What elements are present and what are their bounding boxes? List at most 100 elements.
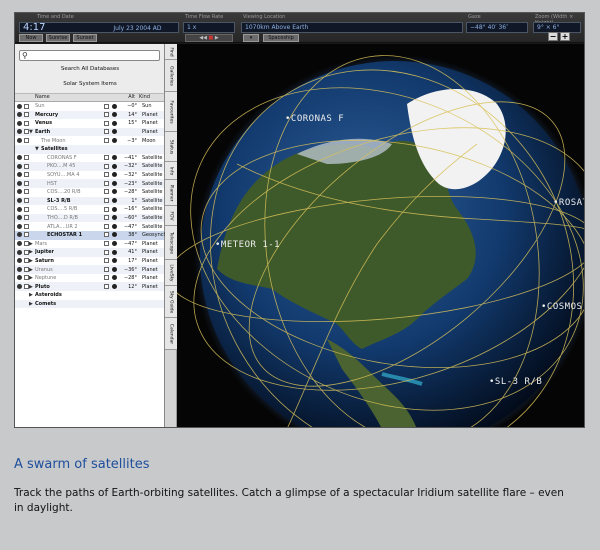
disclosure-icon[interactable]: ▼ bbox=[35, 146, 39, 152]
disclosure-icon[interactable]: ▶ bbox=[29, 275, 33, 281]
tab-telescope[interactable]: Telescope bbox=[165, 226, 177, 260]
flow-field[interactable]: 1 x bbox=[183, 22, 235, 33]
now-button[interactable]: Now bbox=[19, 34, 43, 42]
orbit-checkbox[interactable] bbox=[104, 206, 109, 212]
list-item[interactable]: ECHOSTAR 1 38° Geosynchron... bbox=[15, 230, 167, 240]
list-item[interactable]: ▶ Neptune −28° Planet bbox=[15, 274, 164, 283]
satellite-label-cosmos[interactable]: •COSMOS bbox=[541, 302, 582, 312]
zoom-in-button[interactable]: + bbox=[560, 32, 570, 41]
disclosure-icon[interactable]: ▶ bbox=[29, 267, 33, 273]
target-icon[interactable] bbox=[17, 189, 22, 195]
target-icon[interactable] bbox=[17, 137, 22, 143]
location-menu-button[interactable]: ▾ bbox=[243, 34, 259, 42]
gaze-field[interactable]: −48° 40′ 36″ bbox=[466, 22, 528, 33]
visibility-checkbox[interactable] bbox=[24, 112, 29, 118]
orbit-checkbox[interactable] bbox=[104, 232, 109, 238]
list-item[interactable]: ▶ Comets bbox=[15, 299, 164, 309]
list-item[interactable]: ▶ Mars −47° Planet bbox=[15, 240, 164, 249]
list-item[interactable]: ▶ Saturn 17° Planet bbox=[15, 257, 164, 266]
spaceship-button[interactable]: Spaceship bbox=[263, 34, 299, 42]
visibility-checkbox[interactable] bbox=[24, 163, 29, 169]
list-item[interactable]: The Moon −3° Moon bbox=[15, 136, 164, 145]
orbit-checkbox[interactable] bbox=[104, 163, 109, 169]
list-item[interactable]: SL-3 R/B 1° Satellite bbox=[15, 196, 164, 206]
sunrise-button[interactable]: Sunrise bbox=[46, 34, 70, 42]
target-icon[interactable] bbox=[17, 180, 22, 186]
visibility-checkbox[interactable] bbox=[24, 120, 29, 126]
disclosure-icon[interactable]: ▶ bbox=[29, 258, 33, 264]
target-icon[interactable] bbox=[17, 275, 22, 281]
list-item[interactable]: CORONAS F −41° Satellite bbox=[15, 154, 164, 163]
list-item[interactable]: ATLA....UR 2 −47° Satellite bbox=[15, 222, 164, 231]
location-field[interactable]: 1070km Above Earth bbox=[241, 22, 463, 33]
time-field[interactable]: 4:17 July 23 2004 AD bbox=[19, 22, 179, 33]
play-icon[interactable]: ▶ bbox=[215, 35, 219, 41]
target-icon[interactable] bbox=[17, 232, 22, 238]
list-item[interactable]: PKO....M 45 −32° Satellite bbox=[15, 162, 164, 171]
list-item[interactable]: ▼ Satellites bbox=[15, 144, 164, 154]
search-box[interactable]: ⚲ bbox=[19, 50, 160, 61]
target-icon[interactable] bbox=[17, 249, 22, 255]
visibility-checkbox[interactable] bbox=[24, 206, 29, 212]
visibility-checkbox[interactable] bbox=[24, 155, 29, 161]
orbit-checkbox[interactable] bbox=[104, 129, 109, 135]
tab-find[interactable]: Find bbox=[165, 44, 177, 60]
list-item[interactable]: ▶ Uranus −36° Planet bbox=[15, 265, 164, 274]
visibility-checkbox[interactable] bbox=[24, 172, 29, 178]
visibility-checkbox[interactable] bbox=[24, 189, 29, 195]
visibility-checkbox[interactable] bbox=[24, 137, 29, 143]
orbit-checkbox[interactable] bbox=[104, 258, 109, 264]
orbit-checkbox[interactable] bbox=[104, 198, 109, 204]
orbit-checkbox[interactable] bbox=[104, 266, 109, 272]
col-name[interactable]: Name bbox=[35, 94, 113, 101]
list-item[interactable]: ▶ Pluto 12° Planet bbox=[15, 282, 164, 292]
target-icon[interactable] bbox=[17, 129, 22, 135]
target-icon[interactable] bbox=[17, 112, 22, 118]
satellite-label-meteor[interactable]: •METEOR 1-1 bbox=[215, 240, 280, 250]
tab-planner[interactable]: Planner bbox=[165, 180, 177, 206]
target-icon[interactable] bbox=[17, 120, 22, 126]
rewind-icon[interactable]: ◀◀ bbox=[199, 35, 207, 41]
orbit-checkbox[interactable] bbox=[104, 112, 109, 118]
target-icon[interactable] bbox=[17, 198, 22, 204]
orbit-checkbox[interactable] bbox=[104, 120, 109, 126]
list-item[interactable]: HST −23° Satellite bbox=[15, 179, 164, 188]
orbit-checkbox[interactable] bbox=[104, 103, 109, 109]
list-item[interactable]: Sun −0° Sun bbox=[15, 102, 164, 111]
orbit-checkbox[interactable] bbox=[104, 155, 109, 161]
list-item[interactable]: SOYU....MA 4 −32° Satellite bbox=[15, 171, 164, 180]
disclosure-icon[interactable]: ▶ bbox=[29, 249, 33, 255]
tab-livesky[interactable]: LiveSky bbox=[165, 260, 177, 286]
visibility-checkbox[interactable] bbox=[24, 198, 29, 204]
orbit-checkbox[interactable] bbox=[104, 275, 109, 281]
tab-sky-guide[interactable]: Sky Guide bbox=[165, 286, 177, 318]
disclosure-icon[interactable]: ▶ bbox=[29, 241, 33, 247]
tab-status[interactable]: Status bbox=[165, 132, 177, 162]
visibility-checkbox[interactable] bbox=[24, 103, 29, 109]
orbit-checkbox[interactable] bbox=[104, 215, 109, 221]
target-icon[interactable] bbox=[17, 172, 22, 178]
list-item[interactable]: ▼ Earth Planet bbox=[15, 127, 164, 137]
tab-info[interactable]: Info bbox=[165, 162, 177, 180]
orbit-checkbox[interactable] bbox=[104, 172, 109, 178]
list-item[interactable]: ▶ Jupiter 41° Planet bbox=[15, 248, 164, 257]
satellite-label-sl3[interactable]: •SL-3 R/B bbox=[489, 377, 542, 387]
flow-controls[interactable]: ◀◀ ■ ▶ bbox=[185, 34, 233, 42]
orbit-checkbox[interactable] bbox=[104, 137, 109, 143]
list-item[interactable]: THO....D R/B −60° Satellite bbox=[15, 213, 164, 223]
stop-icon[interactable]: ■ bbox=[209, 35, 214, 41]
list-item[interactable]: Mercury 14° Planet bbox=[15, 110, 164, 120]
sky-view[interactable]: •CORONAS F •ROSAT •METEOR 1-1 •COSMOS •S… bbox=[177, 44, 584, 427]
tab-calendar[interactable]: Calendar bbox=[165, 318, 177, 350]
list-item[interactable]: ▶ Asteroids bbox=[15, 291, 164, 300]
target-icon[interactable] bbox=[17, 206, 22, 212]
target-icon[interactable] bbox=[17, 241, 22, 246]
orbit-checkbox[interactable] bbox=[104, 249, 109, 255]
zoom-out-button[interactable]: − bbox=[548, 32, 558, 41]
disclosure-icon[interactable]: ▶ bbox=[29, 284, 33, 290]
target-icon[interactable] bbox=[17, 155, 22, 161]
target-icon[interactable] bbox=[17, 283, 22, 289]
target-icon[interactable] bbox=[17, 163, 22, 169]
tab-galleries[interactable]: Galleries bbox=[165, 60, 177, 92]
orbit-checkbox[interactable] bbox=[104, 283, 109, 289]
